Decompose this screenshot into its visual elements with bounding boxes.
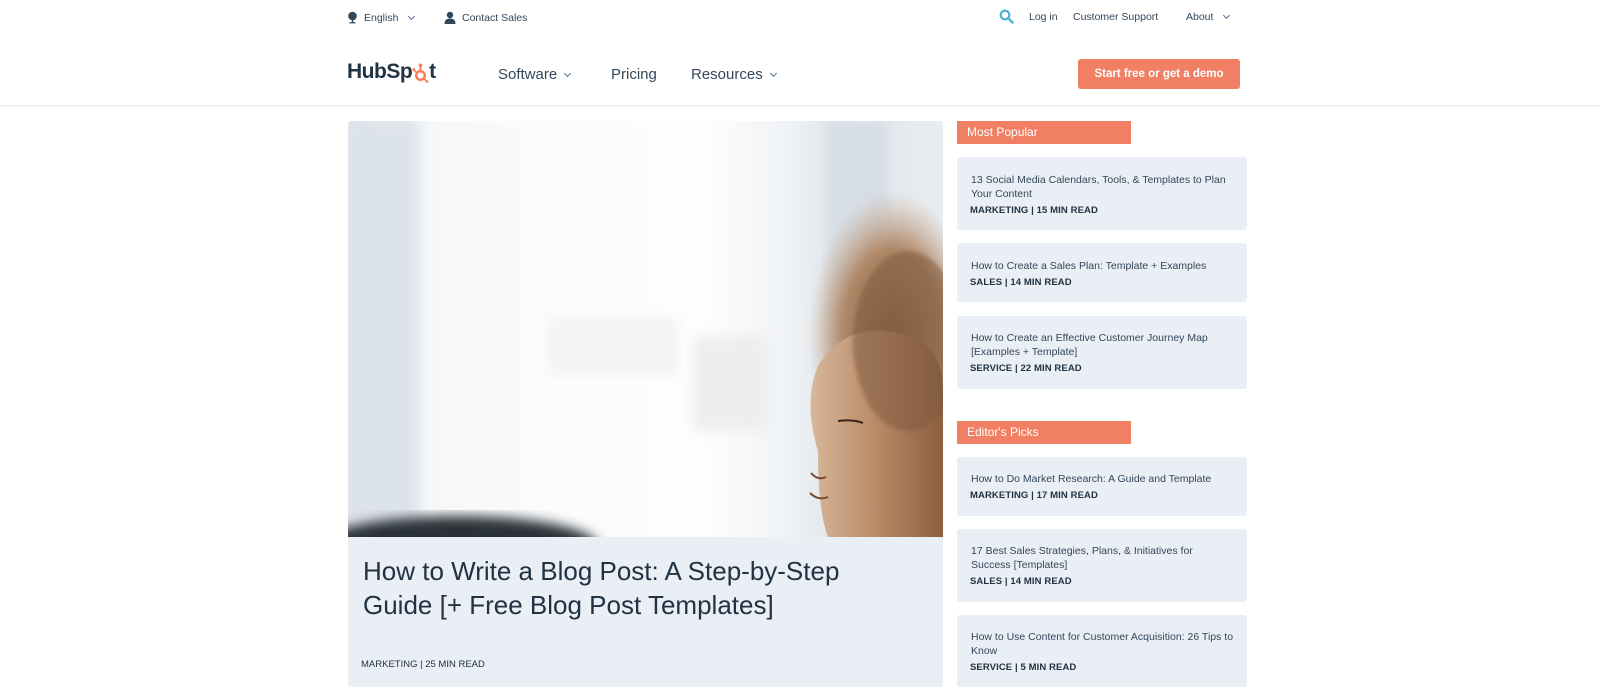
search-button[interactable] <box>999 9 1014 24</box>
article-meta: SALES | 14 MIN READ <box>970 277 1072 288</box>
article-meta: SERVICE | 5 MIN READ <box>970 662 1077 673</box>
article-title: 17 Best Sales Strategies, Plans, & Initi… <box>971 545 1193 571</box>
language-selector[interactable]: English <box>347 11 416 24</box>
search-icon <box>999 9 1014 24</box>
contact-sales-label: Contact Sales <box>462 11 528 24</box>
language-label: English <box>364 11 399 24</box>
article-title: How to Create a Sales Plan: Template + E… <box>971 260 1207 272</box>
popular-article-card[interactable]: How to Create an Effective Customer Jour… <box>957 316 1247 389</box>
article-meta: SALES | 14 MIN READ <box>970 576 1072 587</box>
featured-article-meta: MARKETING | 25 MIN READ <box>361 659 485 670</box>
popular-article-card[interactable]: 13 Social Media Calendars, Tools, & Temp… <box>957 157 1247 230</box>
article-title: How to Use Content for Customer Acquisit… <box>971 631 1234 657</box>
featured-article-card[interactable]: How to Write a Blog Post: A Step-by-Step… <box>348 121 943 687</box>
hubspot-logo[interactable]: HubSp t <box>347 60 436 84</box>
utility-bar: English Contact Sales Log in Customer Su… <box>0 0 1600 36</box>
most-popular-heading: Most Popular <box>957 121 1131 144</box>
popular-article-card[interactable]: How to Create a Sales Plan: Template + E… <box>957 243 1247 302</box>
sprocket-icon <box>412 63 429 83</box>
article-meta: SERVICE | 22 MIN READ <box>970 363 1082 374</box>
login-label: Log in <box>1029 11 1058 23</box>
logo-text: HubSp <box>347 60 413 83</box>
article-title: 13 Social Media Calendars, Tools, & Temp… <box>971 174 1226 200</box>
chevron-down-icon <box>769 69 777 77</box>
woman-portrait-illustration <box>348 121 943 537</box>
article-meta: MARKETING | 17 MIN READ <box>970 490 1098 501</box>
nav-resources-label: Resources <box>691 66 763 83</box>
nav-software-label: Software <box>498 66 558 83</box>
logo-text-end: t <box>429 60 436 83</box>
about-menu[interactable]: About <box>1186 11 1231 23</box>
featured-article-body: How to Write a Blog Post: A Step-by-Step… <box>348 537 943 687</box>
editors-picks-heading: Editor's Picks <box>957 421 1131 444</box>
featured-article-image <box>348 121 943 537</box>
article-title: How to Do Market Research: A Guide and T… <box>971 473 1212 485</box>
editors-pick-card[interactable]: How to Do Market Research: A Guide and T… <box>957 457 1247 516</box>
editors-pick-card[interactable]: How to Use Content for Customer Acquisit… <box>957 615 1247 687</box>
person-icon <box>444 11 456 24</box>
chevron-down-icon <box>408 12 416 20</box>
article-title: How to Create an Effective Customer Jour… <box>971 332 1208 358</box>
about-label: About <box>1186 11 1214 23</box>
globe-icon <box>348 11 357 24</box>
main-navigation: HubSp t Software Pricing Resources Start… <box>0 36 1600 106</box>
article-meta: MARKETING | 15 MIN READ <box>970 205 1098 216</box>
login-link[interactable]: Log in <box>1029 11 1058 23</box>
editors-pick-card[interactable]: 17 Best Sales Strategies, Plans, & Initi… <box>957 529 1247 602</box>
contact-sales-link[interactable]: Contact Sales <box>444 11 527 24</box>
featured-article-title[interactable]: How to Write a Blog Post: A Step-by-Step… <box>363 554 903 622</box>
customer-support-label: Customer Support <box>1073 11 1159 23</box>
customer-support-link[interactable]: Customer Support <box>1073 11 1158 23</box>
nav-software[interactable]: Software <box>498 66 572 83</box>
start-free-demo-button[interactable]: Start free or get a demo <box>1078 59 1240 89</box>
nav-resources[interactable]: Resources <box>691 66 777 83</box>
nav-pricing[interactable]: Pricing <box>611 66 657 83</box>
nav-pricing-label: Pricing <box>611 66 657 83</box>
chevron-down-icon <box>564 69 572 77</box>
chevron-down-icon <box>1223 11 1231 20</box>
